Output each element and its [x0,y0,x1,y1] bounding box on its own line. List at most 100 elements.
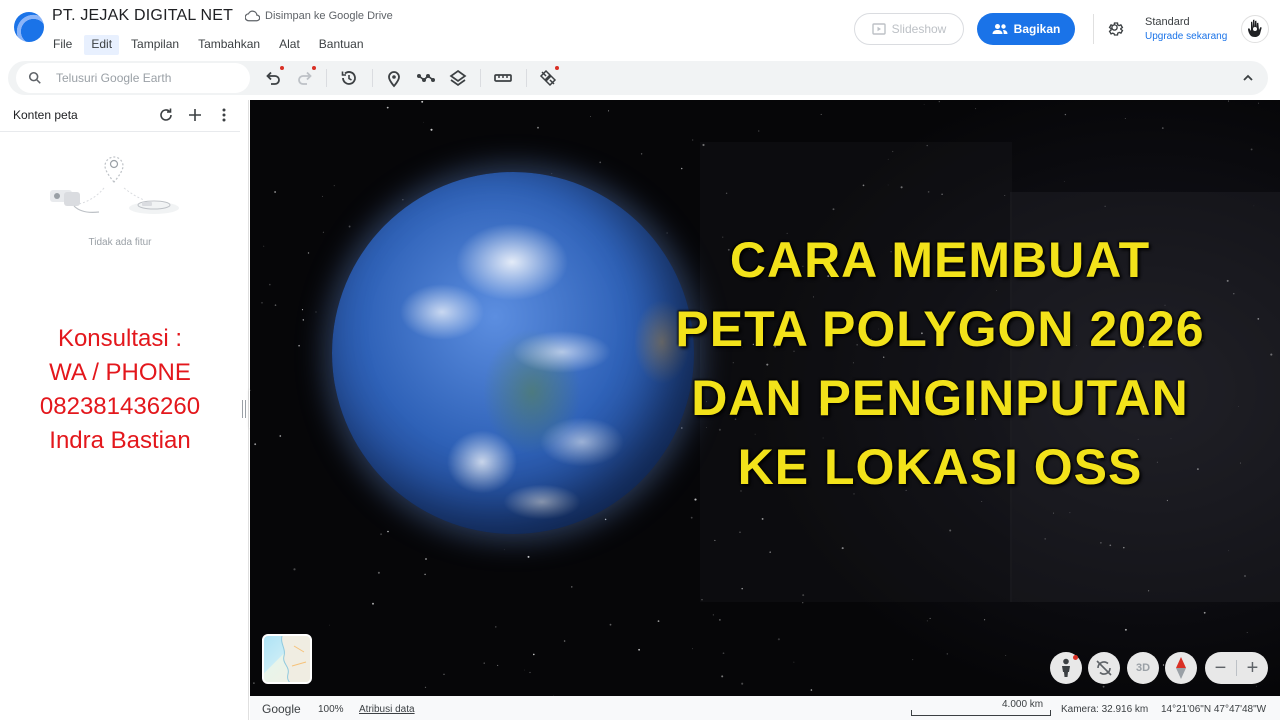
star [380,533,383,536]
toggle-3d-button[interactable]: 3D [1127,652,1159,684]
menu-add[interactable]: Tambahkan [191,35,267,55]
star [692,139,694,141]
undo-button[interactable] [263,66,284,88]
cursor-coordinates: 14°21'06"N 47°47'48"W [1161,704,1267,715]
satellite-badge [555,66,559,70]
toolbar-separator [480,69,481,87]
star [497,664,499,666]
star [253,682,255,684]
cloud-saved-icon [245,10,260,22]
history-button[interactable] [339,68,359,88]
menu-file[interactable]: File [46,35,79,55]
star [524,669,526,671]
star [563,640,566,642]
toolbar-separator [372,69,373,87]
zoom-out-button[interactable]: − [1205,652,1236,684]
pegman-icon [1062,658,1070,677]
star [302,319,304,321]
redo-icon [298,71,312,85]
layers-button[interactable] [448,68,468,88]
slideshow-label: Slideshow [891,22,947,36]
consultation-overlay: Konsultasi : WA / PHONE 082381436260 Ind… [0,322,240,458]
coastline-icon [281,636,310,682]
compass-button[interactable] [1165,652,1197,684]
measure-button[interactable] [493,68,513,88]
star [430,128,433,131]
zoom-control: − + [1205,652,1268,684]
star [609,623,612,626]
camera-altitude: Kamera: 32.916 km [1061,704,1149,715]
star [691,648,693,650]
search-input[interactable] [56,67,241,89]
street-view-button[interactable] [1050,652,1082,684]
redo-badge [312,66,316,70]
scale-bar[interactable] [911,710,1051,716]
star [348,225,351,228]
consult-line: 082381436260 [39,393,201,420]
avatar[interactable] [1241,15,1269,43]
refresh-icon[interactable] [158,107,174,123]
star [912,659,914,661]
menu-edit[interactable]: Edit [84,35,120,55]
search-box[interactable] [16,63,250,93]
star [274,304,277,306]
star [712,614,715,616]
compass-icon [1176,657,1186,679]
star [329,624,330,626]
star [423,121,425,123]
star [322,231,324,233]
menu-help[interactable]: Bantuan [312,35,371,55]
path-icon [417,74,435,82]
star [1227,100,1230,102]
toggle-3d-label: 3D [1135,662,1151,674]
toolbar-separator [326,69,327,87]
hand-avatar-icon [1248,19,1262,37]
add-icon[interactable] [187,107,203,123]
star [503,549,505,551]
star [274,191,276,193]
star [529,671,531,674]
document-title[interactable]: PT. JEJAK DIGITAL NET [52,7,233,25]
star [279,435,282,437]
menu-view[interactable]: Tampilan [124,35,186,55]
redo-button[interactable] [295,66,316,88]
tilt-rotate-button[interactable] [1088,652,1120,684]
satellite-button[interactable] [538,66,559,88]
star [777,638,780,641]
slideshow-button[interactable]: Slideshow [854,13,964,45]
menu-tools[interactable]: Alat [272,35,307,55]
more-vert-icon[interactable] [216,107,232,123]
google-earth-logo-icon[interactable] [14,12,44,42]
data-attribution-link[interactable]: Atribusi data [359,704,415,715]
share-button[interactable]: Bagikan [977,13,1075,45]
star [1064,113,1067,116]
star [424,686,427,689]
star [293,568,296,571]
search-icon [28,71,41,84]
star [758,130,760,132]
people-icon [992,24,1008,34]
gear-icon[interactable] [1107,20,1125,38]
star [599,161,602,164]
star [926,620,928,622]
street-view-badge [1073,655,1078,660]
star [254,443,257,446]
earth-viewport[interactable]: CARA MEMBUAT PETA POLYGON 2026 DAN PENGI… [250,100,1280,696]
resize-grip[interactable] [242,400,246,418]
star [372,602,374,605]
headline-line: CARA MEMBUAT [729,232,1151,288]
star [1102,685,1105,688]
draw-path-button[interactable] [416,68,436,88]
star [690,516,693,519]
collapse-toolbar-button[interactable] [1238,68,1258,88]
star [721,675,724,678]
zoom-in-button[interactable]: + [1237,652,1268,684]
star [802,602,804,604]
star [387,530,389,533]
headline-line: PETA POLYGON 2026 [675,301,1205,357]
upgrade-link[interactable]: Upgrade sekarang [1145,31,1227,42]
star [741,682,744,685]
map-style-thumbnail[interactable] [262,634,312,684]
star [608,110,610,112]
add-placemark-button[interactable] [384,68,404,88]
